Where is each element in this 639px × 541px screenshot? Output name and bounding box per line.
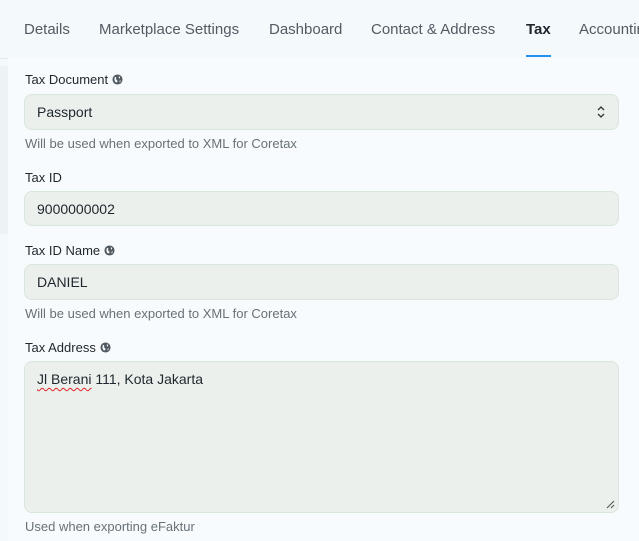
tax-address-textarea[interactable]: Jl Berani 111, Kota Jakarta — [24, 361, 619, 513]
tab-marketplace-settings[interactable]: Marketplace Settings — [99, 0, 239, 58]
tax-id-input[interactable]: 9000000002 — [24, 191, 619, 226]
select-arrows-icon — [597, 106, 605, 118]
globe-icon — [112, 74, 123, 85]
globe-icon — [104, 245, 115, 256]
tax-id-name-label-text: Tax ID Name — [25, 243, 101, 258]
resize-handle-icon[interactable] — [605, 499, 615, 509]
tax-document-label-text: Tax Document — [25, 72, 109, 87]
tax-address-misspelled: Jl Berani — [37, 371, 92, 387]
tax-id-value: 9000000002 — [37, 200, 115, 217]
tax-address-rest: 111, Kota Jakarta — [91, 371, 204, 387]
tax-document-select[interactable]: Passport — [24, 94, 619, 130]
tax-id-name-input[interactable]: DANIEL — [24, 264, 619, 300]
tab-details[interactable]: Details — [24, 0, 70, 58]
globe-icon — [100, 342, 111, 353]
tab-contact-address[interactable]: Contact & Address — [371, 0, 495, 58]
tab-bar: Details Marketplace Settings Dashboard C… — [0, 0, 639, 59]
tax-form: Tax Document Passport Will be used when … — [8, 58, 639, 541]
tax-id-name-value: DANIEL — [37, 274, 88, 290]
tax-address-label: Tax Address — [25, 340, 111, 355]
tax-id-label: Tax ID — [25, 170, 62, 185]
tax-document-help: Will be used when exported to XML for Co… — [25, 136, 297, 151]
tab-dashboard[interactable]: Dashboard — [269, 0, 342, 58]
tax-address-value: Jl Berani 111, Kota Jakarta — [37, 371, 203, 387]
tax-address-help: Used when exporting eFaktur — [25, 519, 195, 534]
tax-document-label: Tax Document — [25, 72, 123, 87]
tab-tax[interactable]: Tax — [526, 0, 551, 58]
tab-accounting[interactable]: Accounting — [579, 0, 639, 58]
tax-id-name-help: Will be used when exported to XML for Co… — [25, 306, 297, 321]
tax-document-value: Passport — [37, 104, 93, 120]
tax-id-name-label: Tax ID Name — [25, 243, 115, 258]
tax-address-label-text: Tax Address — [25, 340, 96, 355]
tax-id-label-text: Tax ID — [25, 170, 62, 185]
